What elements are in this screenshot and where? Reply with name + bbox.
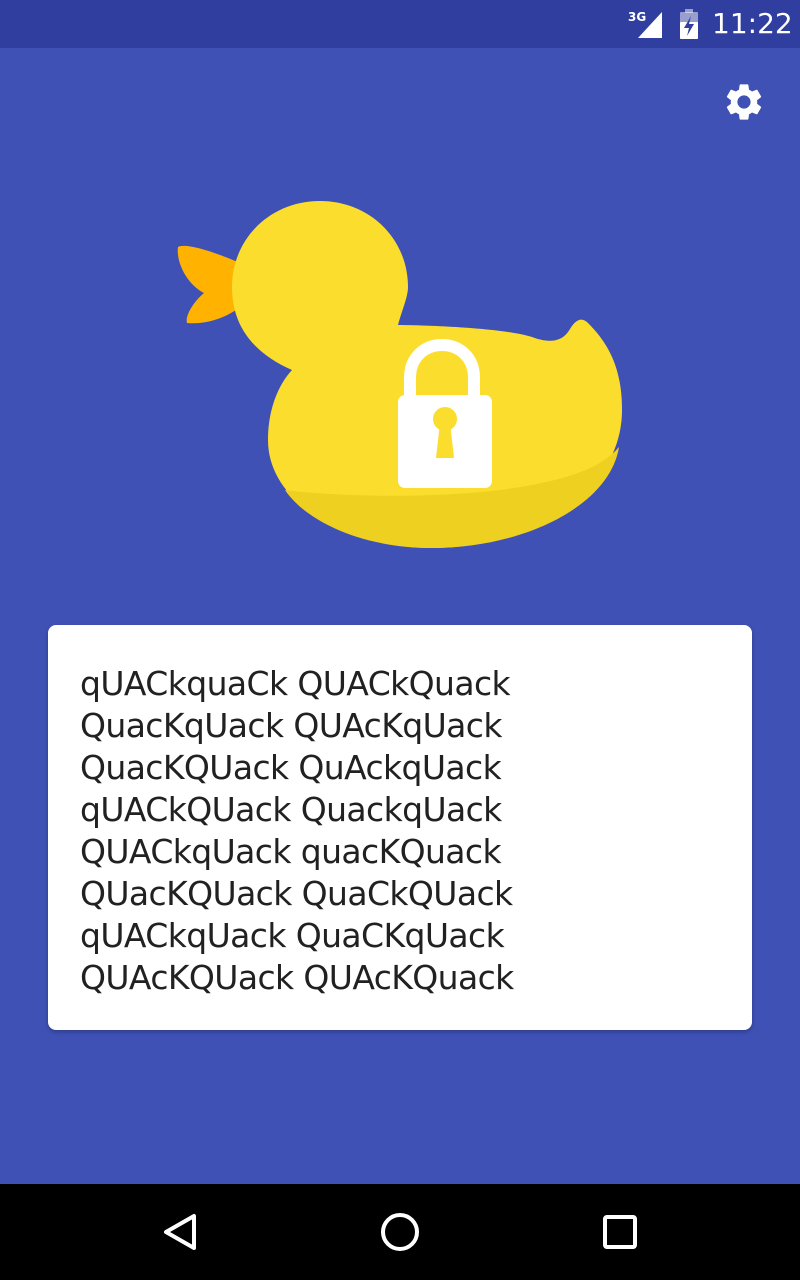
signal-icon xyxy=(636,10,664,42)
passphrase-line: qUACkQUack QuackqUack xyxy=(80,790,502,829)
passphrase-line: qUACkquaCk QUACkQuack xyxy=(80,664,511,703)
navigation-bar xyxy=(0,1184,800,1280)
clock: 11:22 xyxy=(712,7,793,40)
back-button[interactable] xyxy=(150,1202,210,1262)
passphrase-line: QUacKQUack QuaCkQUack xyxy=(80,874,513,913)
passphrase-line: QUACkqUack quacKQuack xyxy=(80,832,502,871)
passphrase-line: qUACkqUack QuaCKqUack xyxy=(80,916,505,955)
passphrase-card: qUACkquaCk QUACkQuack QuacKqUack QUAcKqU… xyxy=(48,625,752,1030)
battery-icon xyxy=(678,8,700,44)
passphrase-line: QuacKQUack QuAckqUack xyxy=(80,748,502,787)
status-bar: 3G 11:22 xyxy=(0,0,800,48)
duck-lock-icon xyxy=(170,195,630,559)
gear-icon xyxy=(722,80,766,128)
passphrase-line: QuacKqUack QUAcKqUack xyxy=(80,706,502,745)
recents-button[interactable] xyxy=(590,1202,650,1262)
settings-button[interactable] xyxy=(716,76,772,132)
home-button[interactable] xyxy=(370,1202,430,1262)
recents-icon xyxy=(590,1215,650,1266)
back-icon xyxy=(150,1214,210,1266)
home-icon xyxy=(370,1213,430,1266)
passphrase-line: QUAcKQUack QUAcKQuack xyxy=(80,958,514,997)
